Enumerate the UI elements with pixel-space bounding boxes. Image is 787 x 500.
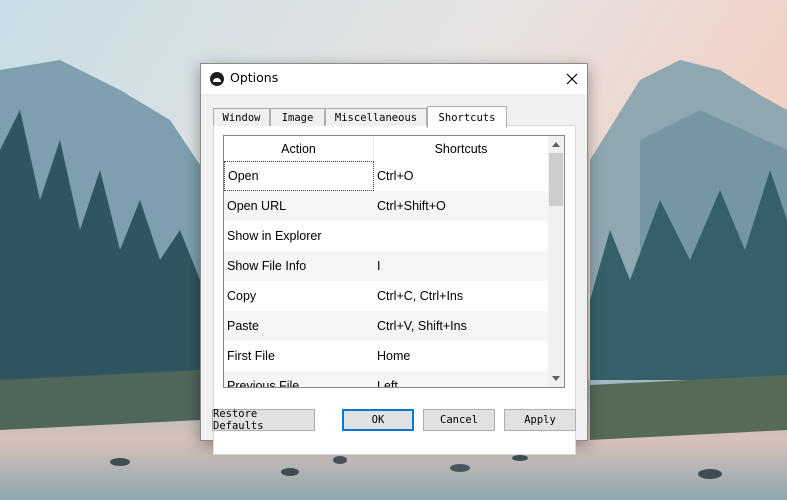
shortcut-cell[interactable]: Ctrl+V, Shift+Ins bbox=[374, 311, 548, 341]
chevron-down-icon bbox=[552, 376, 560, 381]
window-title: Options bbox=[230, 70, 279, 85]
restore-defaults-button[interactable]: Restore Defaults bbox=[212, 408, 315, 432]
ok-button[interactable]: OK bbox=[342, 409, 414, 431]
tab-window[interactable]: Window bbox=[213, 108, 270, 126]
shortcut-cell[interactable]: I bbox=[374, 251, 548, 281]
tab-image[interactable]: Image bbox=[270, 108, 325, 126]
cancel-button[interactable]: Cancel bbox=[423, 409, 495, 431]
action-cell[interactable]: Copy bbox=[224, 281, 374, 311]
options-dialog: Options Window Image Miscellaneous Short… bbox=[200, 63, 588, 455]
table-header: Action Shortcuts bbox=[224, 136, 548, 161]
column-header-shortcuts[interactable]: Shortcuts bbox=[374, 136, 548, 161]
close-icon bbox=[566, 73, 578, 85]
table-row[interactable]: First File Home bbox=[224, 341, 548, 371]
table-row[interactable]: Copy Ctrl+C, Ctrl+Ins bbox=[224, 281, 548, 311]
action-cell[interactable]: Open URL bbox=[224, 191, 374, 221]
table-row[interactable]: Previous File Left bbox=[224, 371, 548, 387]
scroll-down-button[interactable] bbox=[548, 370, 564, 387]
tab-miscellaneous[interactable]: Miscellaneous bbox=[325, 108, 427, 126]
shortcut-cell[interactable]: Ctrl+Shift+O bbox=[374, 191, 548, 221]
shortcut-cell[interactable]: Ctrl+O bbox=[374, 161, 548, 191]
table-row[interactable]: Show in Explorer bbox=[224, 221, 548, 251]
vertical-scrollbar[interactable] bbox=[548, 136, 564, 387]
action-cell[interactable]: First File bbox=[224, 341, 374, 371]
title-bar[interactable]: Options bbox=[201, 64, 587, 94]
shortcut-cell[interactable]: Ctrl+C, Ctrl+Ins bbox=[374, 281, 548, 311]
table-row[interactable]: Open Ctrl+O bbox=[224, 161, 548, 191]
close-button[interactable] bbox=[557, 64, 587, 94]
shortcut-cell[interactable]: Left bbox=[374, 371, 548, 387]
action-cell[interactable]: Paste bbox=[224, 311, 374, 341]
options-app-icon bbox=[210, 72, 224, 86]
column-header-action[interactable]: Action bbox=[224, 136, 374, 161]
tab-shortcuts[interactable]: Shortcuts bbox=[427, 106, 507, 128]
scroll-up-button[interactable] bbox=[548, 136, 564, 153]
chevron-up-icon bbox=[552, 142, 560, 147]
shortcuts-table[interactable]: Action Shortcuts Open Ctrl+O Open URL Ct… bbox=[223, 135, 565, 388]
scrollbar-thumb[interactable] bbox=[549, 153, 563, 206]
action-cell[interactable]: Show in Explorer bbox=[224, 221, 374, 251]
action-cell[interactable]: Show File Info bbox=[224, 251, 374, 281]
action-cell[interactable]: Previous File bbox=[224, 371, 374, 387]
apply-button[interactable]: Apply bbox=[504, 409, 576, 431]
table-body: Open Ctrl+O Open URL Ctrl+Shift+O Show i… bbox=[224, 161, 548, 387]
action-cell[interactable]: Open bbox=[224, 161, 374, 191]
table-row[interactable]: Show File Info I bbox=[224, 251, 548, 281]
shortcut-cell[interactable]: Home bbox=[374, 341, 548, 371]
table-row[interactable]: Paste Ctrl+V, Shift+Ins bbox=[224, 311, 548, 341]
table-row[interactable]: Open URL Ctrl+Shift+O bbox=[224, 191, 548, 221]
shortcut-cell[interactable] bbox=[374, 221, 548, 251]
